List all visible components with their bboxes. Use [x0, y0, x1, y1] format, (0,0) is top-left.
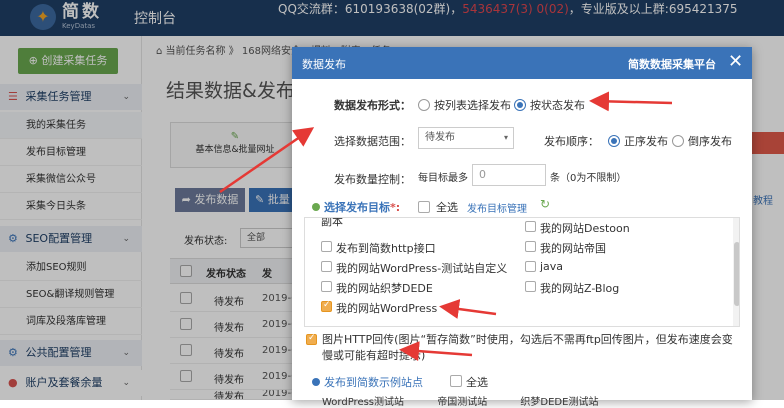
publish-modal: 数据发布 简数数据采集平台 ✕ 数据发布形式： 按列表选择发布 按状态发布 选择…: [292, 47, 752, 408]
target-item[interactable]: 我的网站织梦DEDE: [321, 280, 433, 296]
target-item[interactable]: java: [525, 260, 563, 273]
http-upload-label[interactable]: 图片HTTP回传(图片“暂存简数”时使用，勾选后不需再ftp回传图片，但发布速度…: [322, 332, 742, 364]
radio-ascending-label[interactable]: 正序发布: [624, 133, 668, 149]
target-item[interactable]: 我的网站Destoon: [525, 220, 630, 236]
targets-select-all-checkbox[interactable]: [418, 201, 430, 213]
order-label: 发布顺序：: [544, 135, 599, 148]
demo-section-title: 发布到简数示例站点: [312, 374, 423, 390]
dot-icon: [312, 203, 320, 211]
target-item[interactable]: 我的网站帝国: [525, 240, 606, 256]
demo-site-list: WordPress测试站 帝国测试站 织梦DEDE测试站: [322, 393, 598, 408]
demo-select-all-checkbox[interactable]: [450, 375, 462, 387]
demo-select-all-label[interactable]: 全选: [466, 374, 488, 390]
target-item[interactable]: 我的网站WordPress-测试站自定义: [321, 260, 507, 276]
radio-by-list[interactable]: [418, 99, 430, 111]
target-section-title: 选择发布目标*:: [312, 199, 400, 215]
publish-form-label: 数据发布形式：: [334, 99, 411, 112]
range-select[interactable]: 待发布 ▾: [418, 127, 514, 149]
modal-brand: 简数数据采集平台: [628, 58, 716, 71]
close-icon[interactable]: ✕: [728, 51, 743, 73]
dot-icon: [312, 378, 320, 386]
target-checkbox[interactable]: [525, 241, 536, 252]
modal-title: 数据发布: [302, 58, 346, 71]
target-checkbox[interactable]: [525, 221, 536, 232]
demo-site-item[interactable]: 织梦DEDE测试站: [520, 397, 598, 408]
radio-descending-label[interactable]: 倒序发布: [688, 133, 732, 149]
target-item-selected[interactable]: 我的网站WordPress: [321, 300, 437, 316]
target-checkbox[interactable]: [321, 281, 332, 292]
radio-ascending[interactable]: [608, 135, 620, 147]
chevron-down-icon: ▾: [503, 133, 508, 142]
target-checkbox[interactable]: [321, 241, 332, 252]
target-item[interactable]: 发布到简数http接口: [321, 240, 436, 256]
target-checkbox[interactable]: [525, 281, 536, 292]
radio-by-list-label[interactable]: 按列表选择发布: [434, 97, 511, 113]
target-manage-link[interactable]: 发布目标管理: [467, 200, 527, 215]
target-checkbox[interactable]: [525, 261, 536, 272]
http-upload-checkbox[interactable]: [306, 333, 317, 345]
count-suffix: 条（0为不限制）: [550, 173, 627, 184]
count-prefix: 每目标最多: [418, 173, 468, 184]
count-label: 发布数量控制：: [334, 173, 411, 186]
target-item[interactable]: 副本: [321, 218, 343, 229]
radio-by-status-label[interactable]: 按状态发布: [530, 97, 585, 113]
range-label: 选择数据范围：: [334, 135, 411, 148]
radio-descending[interactable]: [672, 135, 684, 147]
target-checkbox[interactable]: [321, 261, 332, 272]
target-list-scrollbar[interactable]: [733, 218, 739, 326]
radio-by-status[interactable]: [514, 99, 526, 111]
target-list: 副本 我的网站Destoon 发布到简数http接口 我的网站帝国 我的网站Wo…: [304, 217, 740, 327]
demo-site-item[interactable]: 帝国测试站: [437, 397, 487, 408]
modal-header: 数据发布 简数数据采集平台 ✕: [292, 47, 752, 79]
scrollbar-thumb[interactable]: [734, 242, 739, 306]
target-checkbox-checked[interactable]: [321, 300, 332, 312]
range-select-value: 待发布: [425, 132, 455, 143]
count-input[interactable]: 0: [472, 164, 546, 186]
demo-site-item[interactable]: WordPress测试站: [322, 397, 404, 408]
targets-select-all-label[interactable]: 全选: [436, 199, 458, 215]
refresh-icon[interactable]: ↻: [540, 197, 550, 211]
target-item[interactable]: 我的网站Z-Blog: [525, 280, 619, 296]
